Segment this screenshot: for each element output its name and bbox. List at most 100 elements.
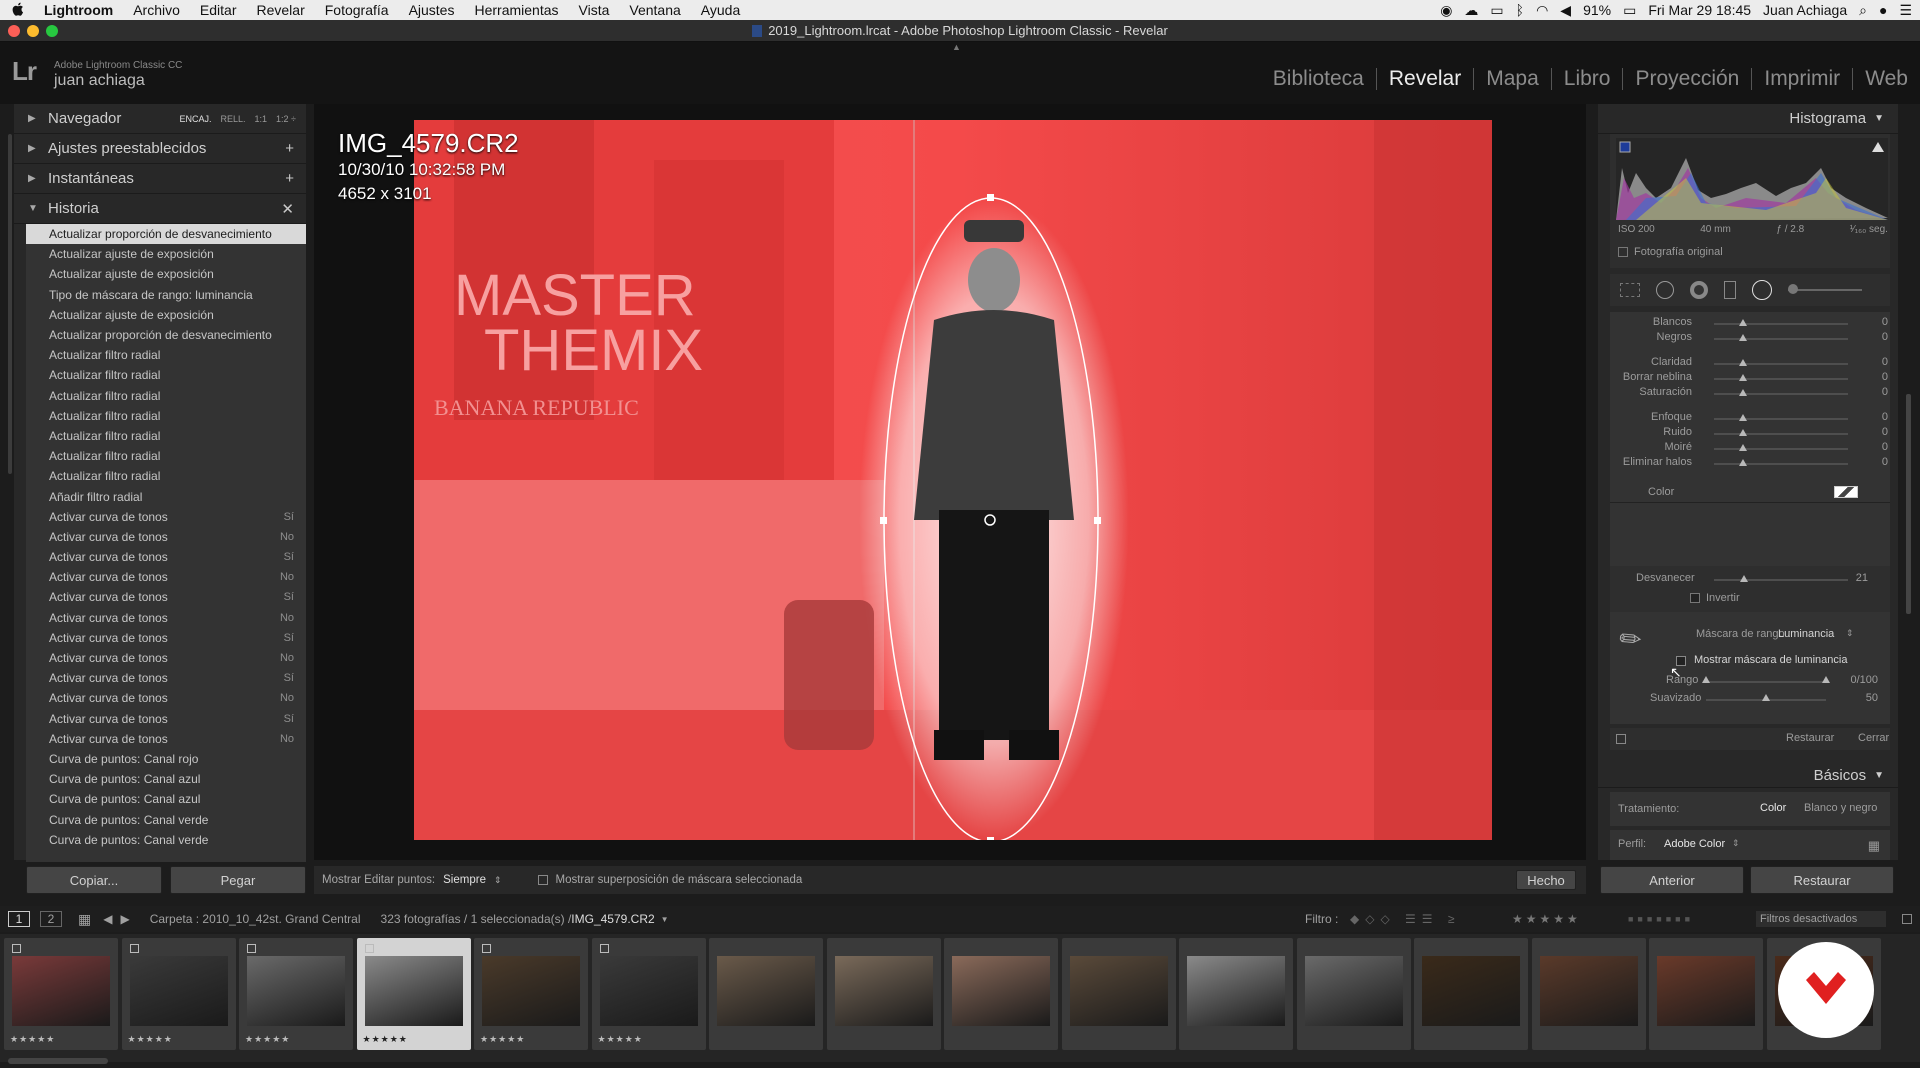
slider-knob[interactable] xyxy=(1739,444,1747,451)
filmstrip-thumbnail[interactable]: ★★★★★ xyxy=(356,938,471,1050)
menu-ayuda[interactable]: Ayuda xyxy=(691,2,750,18)
radial-handle-top[interactable] xyxy=(987,194,994,201)
flag-icon[interactable] xyxy=(12,944,21,953)
color-swatch-icon[interactable] xyxy=(1834,486,1858,498)
copy-button[interactable]: Copiar... xyxy=(26,866,162,894)
history-item[interactable]: Actualizar ajuste de exposición xyxy=(26,305,306,325)
history-item[interactable]: Actualizar filtro radial xyxy=(26,406,306,426)
filmstrip-thumbnail[interactable] xyxy=(1179,938,1293,1050)
history-item[interactable]: Activar curva de tonos No xyxy=(26,648,306,668)
thumbnail-rating[interactable]: ★★★★★ xyxy=(363,1034,408,1045)
chevron-updown-icon[interactable]: ⇕ xyxy=(494,875,502,886)
menu-ventana[interactable]: Ventana xyxy=(619,2,690,18)
filmstrip-thumbnail[interactable] xyxy=(1649,938,1763,1050)
module-web[interactable]: Web xyxy=(1852,68,1920,90)
collapse-top-icon[interactable]: ▲ xyxy=(952,42,961,52)
history-item[interactable]: Actualizar filtro radial xyxy=(26,426,306,446)
filmstrip-thumbnail[interactable]: ★★★★★ xyxy=(474,938,588,1050)
eyedropper-icon[interactable]: ✎ xyxy=(1613,621,1650,659)
bluetooth-icon[interactable]: ᛒ xyxy=(1516,2,1524,18)
previous-button[interactable]: Anterior xyxy=(1600,866,1744,894)
filmstrip-scrollbar[interactable] xyxy=(8,1058,108,1064)
crop-tool-icon[interactable] xyxy=(1620,283,1640,297)
red-eye-icon[interactable] xyxy=(1690,281,1708,299)
thumbnail-rating[interactable]: ★★★★★ xyxy=(10,1034,55,1045)
menu-editar[interactable]: Editar xyxy=(190,2,247,18)
clock[interactable]: Fri Mar 29 18:45 xyxy=(1648,2,1751,18)
paste-button[interactable]: Pegar xyxy=(170,866,306,894)
history-item[interactable]: Activar curva de tonos Sí xyxy=(26,709,306,729)
snapshots-header[interactable]: ▶ Instantáneas + xyxy=(14,164,306,194)
history-item[interactable]: Curva de puntos: Canal azul xyxy=(26,769,306,789)
module-revelar[interactable]: Revelar xyxy=(1375,68,1473,90)
menu-revelar[interactable]: Revelar xyxy=(246,2,314,18)
zoom-fit[interactable]: ENCAJ. xyxy=(180,114,212,124)
filmstrip-thumbnail[interactable] xyxy=(709,938,823,1050)
range-mask-select[interactable]: Luminancia xyxy=(1778,628,1834,640)
range-knob-left[interactable] xyxy=(1702,676,1710,683)
slider-track[interactable] xyxy=(1714,418,1848,420)
flag-icon[interactable] xyxy=(599,944,609,953)
mask-overlay-checkbox[interactable] xyxy=(537,875,548,885)
flag-icon[interactable] xyxy=(129,944,139,953)
menu-archivo[interactable]: Archivo xyxy=(123,2,190,18)
grid-view-icon[interactable]: ▦ xyxy=(78,911,91,928)
add-preset-icon[interactable]: + xyxy=(285,140,294,157)
slider-row[interactable]: Eliminar halos 0 xyxy=(1610,454,1910,472)
done-button[interactable]: Hecho xyxy=(1516,870,1576,890)
rating-filter-stars[interactable]: ★★★★★ xyxy=(1512,912,1581,926)
flag-icon[interactable] xyxy=(364,944,374,953)
slider-knob[interactable] xyxy=(1739,359,1747,366)
reset-button[interactable]: Restaurar xyxy=(1750,866,1894,894)
module-biblioteca[interactable]: Biblioteca xyxy=(1261,68,1376,90)
show-edit-pins-select[interactable]: Siempre xyxy=(443,874,486,886)
display-icon[interactable]: ▭ xyxy=(1490,2,1503,19)
menu-fotografia[interactable]: Fotografía xyxy=(315,2,399,18)
original-photo-toggle[interactable]: Fotografía original xyxy=(1618,246,1723,258)
history-item[interactable]: Activar curva de tonos Sí xyxy=(26,507,306,527)
slider-track[interactable] xyxy=(1714,393,1848,395)
slider-knob[interactable] xyxy=(1739,429,1747,436)
thumbnail-rating[interactable]: ★★★★★ xyxy=(480,1034,525,1045)
module-mapa[interactable]: Mapa xyxy=(1473,68,1551,90)
radial-filter-icon[interactable] xyxy=(1752,280,1772,300)
menu-app-name[interactable]: Lightroom xyxy=(34,2,123,18)
flag-icon[interactable] xyxy=(482,944,491,953)
slider-track[interactable] xyxy=(1714,448,1848,450)
filmstrip-thumbnail[interactable] xyxy=(1061,938,1176,1050)
profile-select[interactable]: Adobe Color xyxy=(1664,838,1725,850)
close-window-button[interactable] xyxy=(8,25,20,37)
range-knob-right[interactable] xyxy=(1822,676,1830,683)
photo-preview[interactable]: MASTER THEMIX BANANA REPUBLIC xyxy=(414,120,1492,840)
filters-off-select[interactable]: Filtros desactivados xyxy=(1756,911,1886,927)
wifi-icon[interactable]: ◠ xyxy=(1536,2,1548,19)
menu-herramientas[interactable]: Herramientas xyxy=(464,2,568,18)
thumbnail-rating[interactable]: ★★★★★ xyxy=(598,1034,643,1045)
filmstrip-thumbnail[interactable]: ★★★★★ xyxy=(4,938,118,1050)
radial-handle-left[interactable] xyxy=(880,517,887,524)
zoom-window-button[interactable] xyxy=(46,25,58,37)
smoothness-knob[interactable] xyxy=(1762,694,1770,701)
original-photo-checkbox[interactable] xyxy=(1618,247,1628,257)
zoom-1-2[interactable]: 1:2 ÷ xyxy=(276,114,296,124)
siri-icon[interactable]: ● xyxy=(1879,2,1887,18)
history-item[interactable]: Curva de puntos: Canal verde xyxy=(26,830,306,850)
history-item[interactable]: Activar curva de tonos Sí xyxy=(26,668,306,688)
filmstrip-thumbnail[interactable] xyxy=(1296,938,1411,1050)
fade-knob[interactable] xyxy=(1740,575,1748,582)
history-item[interactable]: Actualizar proporción de desvanecimiento xyxy=(26,224,306,245)
presets-header[interactable]: ▶ Ajustes preestablecidos + xyxy=(14,134,306,164)
history-item[interactable]: Curva de puntos: Canal azul xyxy=(26,789,306,809)
flag-filter-icons[interactable]: ◆◇◇ ☰☰ ≥ xyxy=(1350,912,1460,926)
filmstrip-thumbnail[interactable]: ★★★★★ xyxy=(121,938,236,1050)
graduated-filter-icon[interactable] xyxy=(1724,281,1736,299)
zoom-1-1[interactable]: 1:1 xyxy=(255,114,268,124)
history-item[interactable]: Curva de puntos: Canal rojo xyxy=(26,749,306,769)
slider-track[interactable] xyxy=(1714,433,1848,435)
spotlight-icon[interactable]: ⌕ xyxy=(1859,2,1867,19)
thumbnail-rating[interactable]: ★★★★★ xyxy=(245,1034,290,1045)
filmstrip-thumbnail[interactable]: ★★★★★ xyxy=(591,938,706,1050)
history-item[interactable]: Activar curva de tonos No xyxy=(26,567,306,587)
mask-toggle-switch[interactable] xyxy=(1616,734,1626,744)
treatment-bw-button[interactable]: Blanco y negro xyxy=(1804,802,1877,814)
